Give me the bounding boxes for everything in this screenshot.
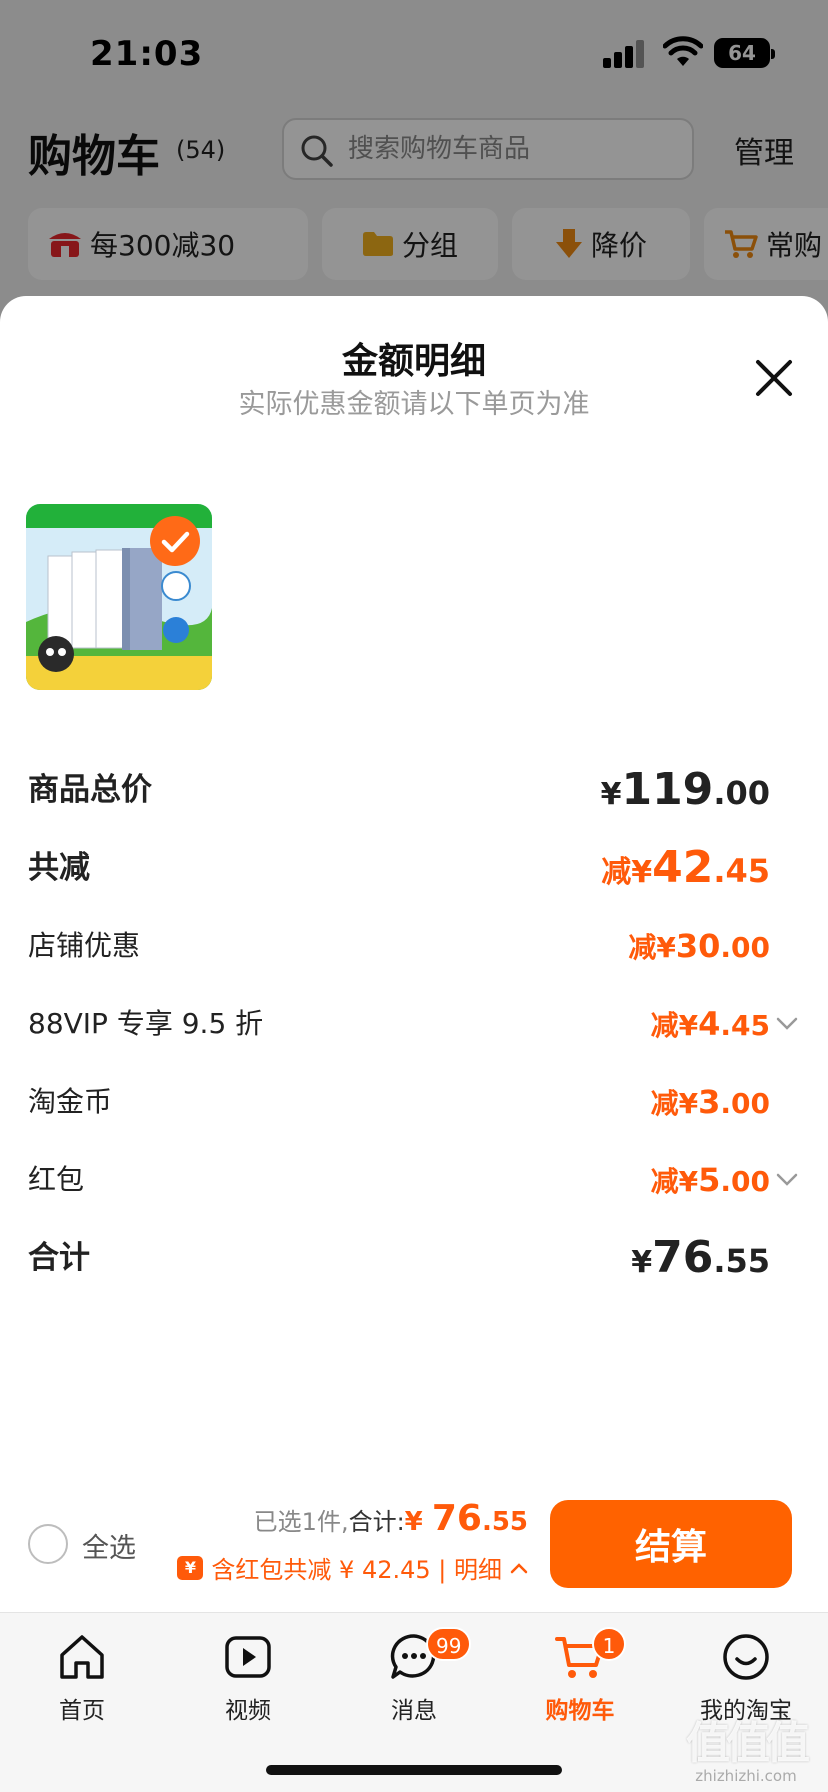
tab-cart[interactable]: 购物车 1 [510, 1627, 650, 1741]
amount-decimal: .55 [713, 1242, 770, 1280]
breakdown-amount: ¥119.00 [601, 760, 770, 829]
bottom-tab-bar: 首页 视频 消息 99 购物车 1 我的淘宝 值值值 zhizhizhi.com [0, 1612, 828, 1792]
amount-integer: 42 [652, 842, 714, 893]
amount-decimal: .45 [713, 852, 770, 890]
amount-integer: 3 [698, 1083, 721, 1121]
breakdown-row: 淘金币 减¥3.00 [28, 1072, 772, 1132]
breakdown-label: 淘金币 [28, 1085, 113, 1118]
breakdown-label: 商品总价 [28, 772, 152, 808]
amount-decimal: .00 [720, 931, 770, 964]
select-all-checkbox[interactable] [28, 1524, 68, 1564]
profile-icon [723, 1634, 769, 1680]
amount-decimal: .00 [720, 1087, 770, 1120]
total-currency: ¥ [404, 1507, 432, 1537]
message-badge: 99 [426, 1627, 472, 1661]
amount-prefix: 减 [601, 855, 632, 890]
breakdown-amount: 减¥3.00 [651, 1072, 770, 1138]
discount-text: 含红包共减 ¥ 42.45 | 明细 [211, 1556, 502, 1584]
breakdown-row[interactable]: 88VIP 专享 9.5 折 减¥4.45 [28, 994, 798, 1054]
breakdown-label: 88VIP 专享 9.5 折 [28, 1007, 264, 1040]
total-label: 合计: [348, 1508, 405, 1536]
amount-integer: 30 [675, 927, 721, 965]
breakdown-amount: 减¥42.45 [601, 838, 770, 907]
tab-label: 首页 [59, 1698, 105, 1724]
amount-decimal: .00 [713, 774, 770, 812]
chevron-down-icon[interactable] [774, 1010, 800, 1036]
breakdown-label: 共减 [28, 850, 90, 886]
discount-detail-link[interactable]: ¥ 含红包共减 ¥ 42.45 | 明细 [177, 1550, 528, 1585]
amount-decimal: .00 [720, 1165, 770, 1198]
chevron-down-icon[interactable] [774, 1166, 800, 1192]
amount-currency: ¥ [631, 1245, 653, 1280]
watermark-logo: 值值值 zhizhizhi.com [676, 1707, 816, 1785]
amount-currency: ¥ [656, 931, 676, 964]
home-indicator[interactable] [266, 1765, 562, 1775]
breakdown-amount: 减¥5.00 [651, 1150, 770, 1216]
amount-integer: 76 [652, 1232, 714, 1283]
checkout-button[interactable]: 结算 [550, 1500, 792, 1588]
amount-prefix: 减 [650, 1165, 679, 1198]
amount-currency: ¥ [678, 1009, 699, 1042]
video-icon [225, 1636, 271, 1678]
total-summary: 已选1件,合计:¥ 76.55 [254, 1498, 528, 1539]
amount-integer: 4 [698, 1005, 721, 1043]
breakdown-label: 红包 [28, 1163, 85, 1196]
amount-integer: 5 [698, 1161, 721, 1199]
select-all-label[interactable]: 全选 [82, 1526, 136, 1565]
sheet-subtitle: 实际优惠金额请以下单页为准 [238, 389, 590, 420]
breakdown-row[interactable]: 红包 减¥5.00 [28, 1150, 798, 1210]
breakdown-row: 共减 减¥42.45 [28, 838, 772, 898]
amount-prefix: 减 [650, 1009, 679, 1042]
amount-currency: ¥ [678, 1165, 699, 1198]
tab-label: 视频 [225, 1698, 271, 1724]
amount-integer: 119 [621, 764, 714, 815]
product-thumbnail[interactable] [26, 504, 212, 690]
tab-home[interactable]: 首页 [12, 1631, 152, 1741]
cart-badge: 1 [592, 1627, 626, 1661]
breakdown-label: 合计 [28, 1240, 90, 1276]
selected-check-icon[interactable] [150, 516, 200, 566]
sheet-title: 金额明细 [341, 341, 486, 382]
amount-prefix: 减 [650, 1087, 679, 1120]
total-dec: .55 [481, 1507, 528, 1537]
breakdown-row: 合计 ¥76.55 [28, 1228, 772, 1288]
breakdown-row: 店铺优惠 减¥30.00 [28, 916, 772, 976]
close-icon[interactable] [752, 356, 796, 400]
total-price: ¥ 76.55 [404, 1498, 528, 1539]
chevron-up-icon [510, 1562, 528, 1573]
coupon-icon: ¥ [177, 1555, 204, 1580]
amount-prefix: 减 [628, 931, 657, 964]
tab-label: 消息 [391, 1698, 437, 1724]
amount-detail-sheet: 金额明细 实际优惠金额请以下单页为准 商品总价 ¥119.00 共减 减¥42.… [0, 296, 828, 1612]
modal-overlay[interactable] [0, 0, 828, 330]
breakdown-label: 店铺优惠 [28, 929, 141, 962]
amount-currency: ¥ [600, 777, 622, 812]
breakdown-amount: 减¥4.45 [651, 994, 770, 1060]
tab-messages[interactable]: 消息 99 [344, 1627, 484, 1741]
tab-label: 购物车 [545, 1698, 615, 1724]
watermark-url: zhizhizhi.com [695, 1767, 797, 1785]
breakdown-amount: 减¥30.00 [628, 916, 770, 982]
breakdown-row: 商品总价 ¥119.00 [28, 760, 772, 820]
breakdown-amount: ¥76.55 [631, 1228, 770, 1297]
watermark-text: 值值值 [686, 1718, 810, 1769]
selected-count: 已选1件, [253, 1508, 349, 1536]
total-int: 76 [431, 1498, 482, 1539]
home-icon [60, 1635, 104, 1679]
checkout-bar: 全选 已选1件,合计:¥ 76.55 ¥ 含红包共减 ¥ 42.45 | 明细 … [0, 1480, 828, 1612]
tab-video[interactable]: 视频 [178, 1631, 318, 1741]
amount-decimal: .45 [720, 1009, 770, 1042]
amount-currency: ¥ [631, 855, 653, 890]
amount-currency: ¥ [678, 1087, 699, 1120]
